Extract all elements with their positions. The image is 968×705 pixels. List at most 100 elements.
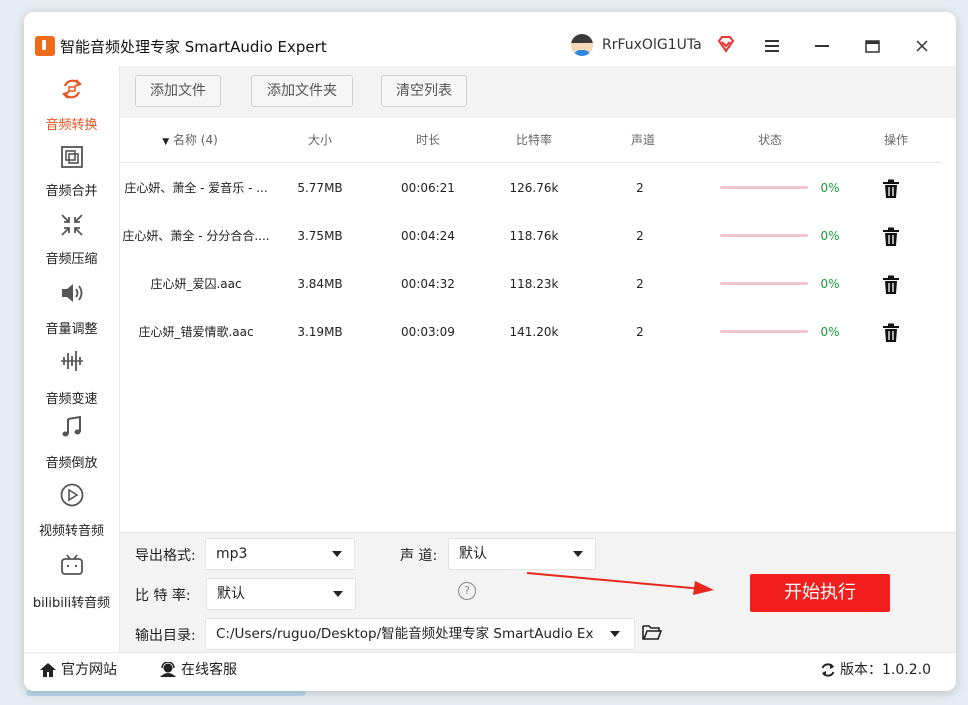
file-bitrate: 141.20k — [509, 325, 559, 339]
sidebar-item-label: 音频压缩 — [45, 252, 98, 267]
start-button[interactable]: 开始执行 — [750, 574, 890, 612]
column-name-header[interactable]: ▼ 名称 (4) — [120, 118, 260, 162]
clear-list-button[interactable]: 清空列表 — [381, 75, 467, 107]
volume-icon — [62, 284, 83, 302]
user-name[interactable]: RrFuxOlG1UTa — [602, 37, 702, 53]
merge-icon — [61, 146, 83, 168]
app-window: 智能音频处理专家 SmartAudio Expert RrFuxOlG1UTa — [24, 12, 956, 691]
file-channels: 2 — [636, 277, 644, 291]
delete-icon[interactable] — [880, 274, 902, 296]
bitrate-select[interactable]: 默认 — [206, 578, 356, 610]
compress-icon — [61, 214, 83, 236]
sidebar-item-volume-adjust[interactable]: 音量调整 — [24, 280, 119, 340]
delete-icon[interactable] — [880, 226, 902, 248]
file-duration: 00:04:24 — [401, 229, 455, 243]
support-icon — [160, 662, 176, 677]
sidebar-item-label: 音频合并 — [45, 184, 98, 199]
sidebar-item-audio-convert[interactable]: 音频转换 — [24, 76, 119, 136]
progress-percent: 0% — [820, 325, 840, 339]
file-size: 3.19MB — [297, 325, 343, 339]
chevron-down-icon — [573, 551, 583, 557]
channel-label: 声 道: — [400, 548, 438, 564]
sidebar-item-label: 音量调整 — [45, 322, 98, 337]
table-row[interactable]: 庄心妍、萧全 - 分分合合.... 3.75MB 00:04:24 118.76… — [120, 212, 942, 260]
format-select[interactable]: mp3 — [205, 538, 355, 570]
file-channels: 2 — [636, 229, 644, 243]
file-bitrate: 118.76k — [509, 229, 559, 243]
progress-bar — [720, 282, 808, 285]
column-action-header: 操作 — [883, 133, 908, 147]
official-website-link[interactable]: 官方网站 — [39, 653, 117, 687]
title-bar: 智能音频处理专家 SmartAudio Expert RrFuxOlG1UTa — [24, 12, 956, 66]
chevron-down-icon — [610, 631, 620, 637]
output-dir-select[interactable]: C:/Users/ruguo/Desktop/智能音频处理专家 SmartAud… — [205, 618, 635, 650]
file-size: 5.77MB — [297, 181, 343, 195]
vip-diamond-icon[interactable] — [717, 35, 735, 53]
export-settings-panel: 导出格式: mp3 声 道: 默认 比 特 率: 默认 ? 开始执行 输出目录:… — [120, 532, 956, 653]
convert-icon — [62, 79, 82, 99]
sidebar-item-label: 视频转音频 — [38, 524, 104, 539]
progress-percent: 0% — [820, 229, 840, 243]
maximize-icon[interactable] — [860, 34, 884, 58]
file-name: 庄心妍_错爱情歌.aac — [138, 325, 254, 339]
add-folder-button[interactable]: 添加文件夹 — [251, 75, 353, 107]
close-icon[interactable] — [910, 34, 934, 58]
sidebar-item-audio-reverse[interactable]: 音频倒放 — [24, 414, 119, 474]
music-note-icon — [62, 415, 81, 437]
format-label: 导出格式: — [135, 548, 196, 564]
app-title: 智能音频处理专家 SmartAudio Expert — [60, 38, 327, 56]
progress-bar — [720, 330, 808, 333]
delete-icon[interactable] — [880, 178, 902, 200]
sidebar-item-bilibili-to-audio[interactable]: bilibili转音频 — [24, 552, 119, 612]
file-channels: 2 — [636, 325, 644, 339]
progress-bar — [720, 234, 808, 237]
table-row[interactable]: 庄心妍_爱囚.aac 3.84MB 00:04:32 118.23k 2 0% — [120, 260, 942, 308]
channel-select[interactable]: 默认 — [448, 538, 596, 570]
file-table-header: ▼ 名称 (4) 大小 时长 比特率 声道 状态 操作 — [120, 118, 942, 163]
speed-icon — [61, 351, 83, 371]
app-logo-icon — [35, 36, 55, 56]
sidebar-item-label: 音频变速 — [45, 392, 98, 407]
table-row[interactable]: 庄心妍_错爱情歌.aac 3.19MB 00:03:09 141.20k 2 0… — [120, 308, 942, 356]
sidebar-item-audio-speed[interactable]: 音频变速 — [24, 348, 119, 408]
sidebar-item-label: 音频倒放 — [45, 456, 98, 471]
sidebar-item-audio-compress[interactable]: 音频压缩 — [24, 212, 119, 272]
play-circle-icon — [60, 483, 84, 507]
online-support-link[interactable]: 在线客服 — [159, 653, 237, 687]
sidebar-item-label: bilibili转音频 — [32, 596, 111, 611]
file-bitrate: 126.76k — [509, 181, 559, 195]
annotation-arrow — [526, 572, 714, 595]
file-name: 庄心妍_爱囚.aac — [150, 277, 242, 291]
help-icon[interactable]: ? — [458, 582, 476, 600]
chevron-down-icon — [333, 591, 343, 597]
file-name: 庄心妍、萧全 - 爱音乐 - ... — [124, 181, 268, 195]
progress-percent: 0% — [820, 277, 840, 291]
column-channels-header: 声道 — [630, 133, 655, 147]
table-row[interactable]: 庄心妍、萧全 - 爱音乐 - ... 5.77MB 00:06:21 126.7… — [120, 164, 942, 212]
footer: 官方网站 在线客服 版本：1.0.2.0 — [24, 652, 956, 691]
bilibili-icon — [61, 554, 83, 575]
progress-bar — [720, 186, 808, 189]
add-file-button[interactable]: 添加文件 — [135, 75, 221, 107]
column-bitrate-header: 比特率 — [515, 133, 552, 147]
home-icon — [40, 663, 56, 677]
delete-icon[interactable] — [880, 322, 902, 344]
file-duration: 00:04:32 — [401, 277, 455, 291]
version-info[interactable]: 版本：1.0.2.0 — [820, 653, 931, 687]
menu-icon[interactable] — [760, 34, 784, 58]
file-duration: 00:03:09 — [401, 325, 455, 339]
refresh-icon — [821, 663, 835, 677]
column-duration-header: 时长 — [415, 133, 440, 147]
bitrate-label: 比 特 率: — [135, 588, 191, 604]
file-bitrate: 118.23k — [509, 277, 559, 291]
sidebar-item-video-to-audio[interactable]: 视频转音频 — [24, 482, 119, 542]
folder-open-icon[interactable] — [641, 623, 663, 641]
minimize-icon[interactable] — [810, 34, 834, 58]
toolbar: 添加文件 添加文件夹 清空列表 — [120, 66, 956, 118]
sidebar-item-audio-merge[interactable]: 音频合并 — [24, 144, 119, 204]
user-avatar[interactable] — [571, 34, 593, 56]
chevron-down-icon — [332, 551, 342, 557]
file-name: 庄心妍、萧全 - 分分合合.... — [122, 229, 270, 243]
output-dir-label: 输出目录: — [135, 628, 196, 644]
sidebar-item-label: 音频转换 — [45, 118, 98, 133]
